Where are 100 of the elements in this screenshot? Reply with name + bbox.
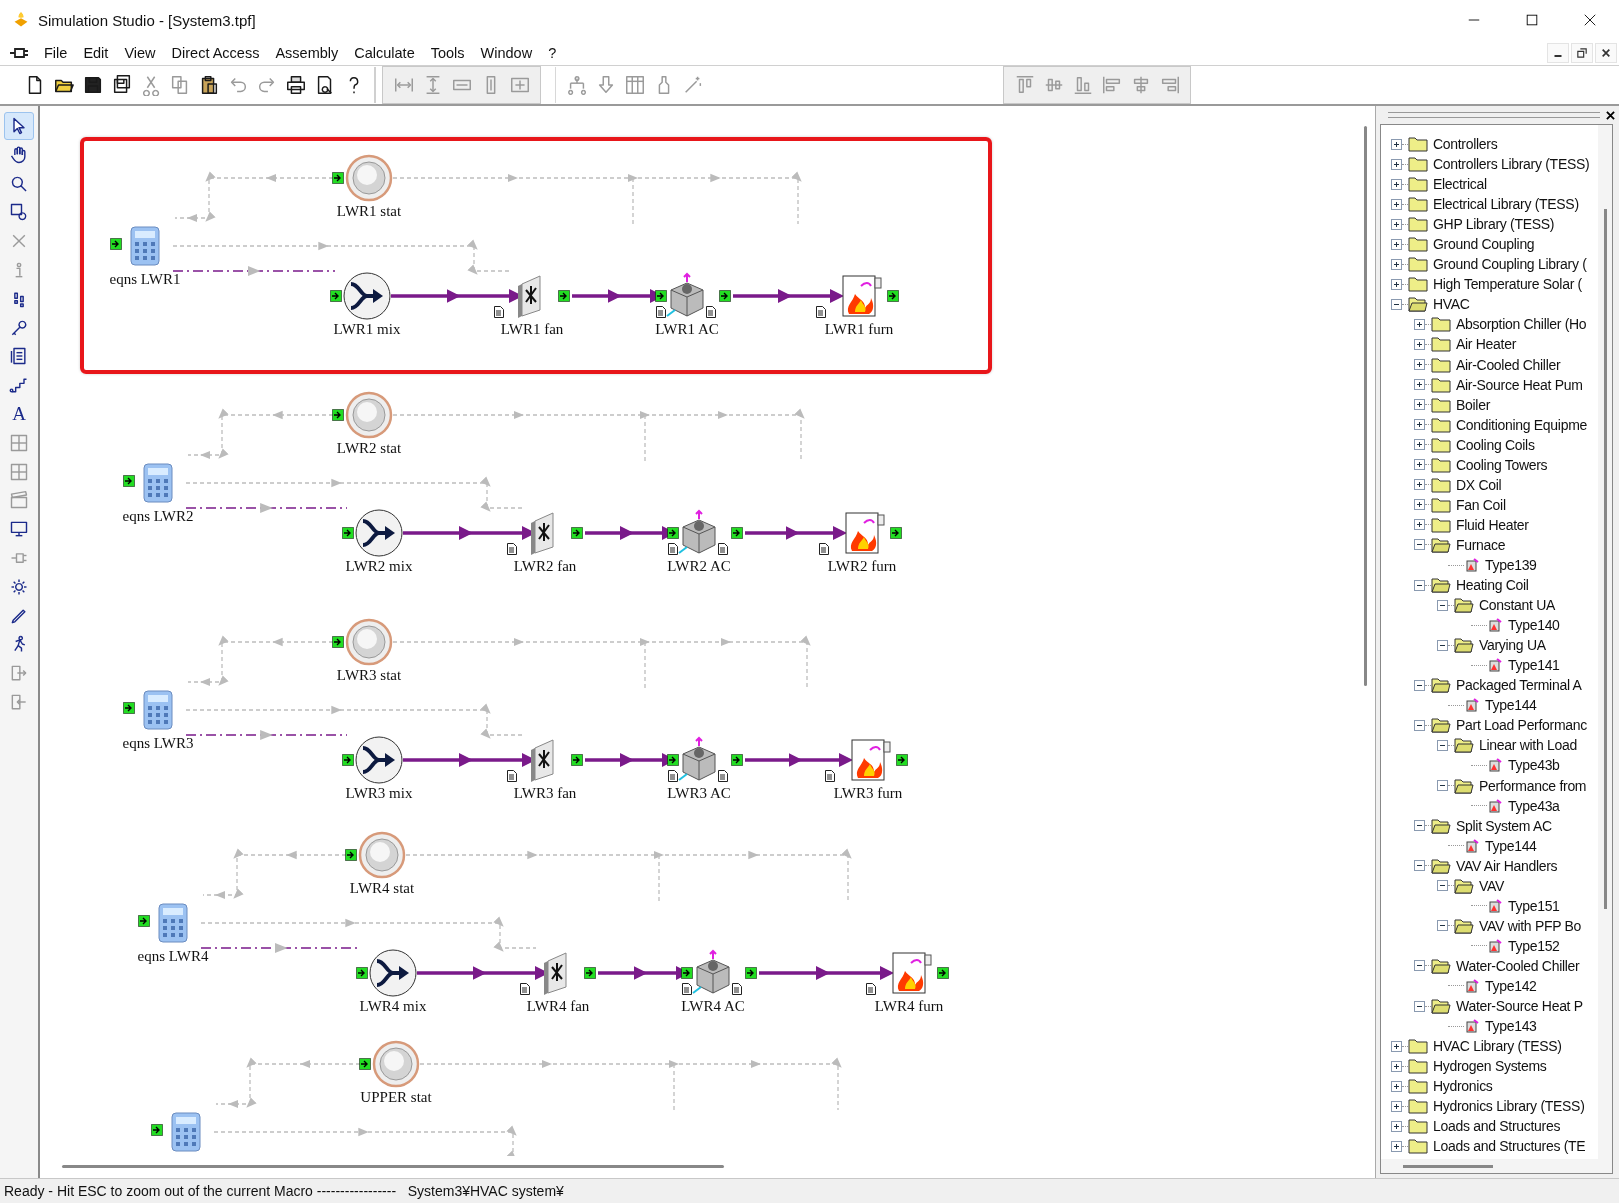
menu-item[interactable]: File <box>36 44 76 61</box>
tree-item[interactable]: Water-Source Heat P <box>1456 998 1583 1015</box>
expander-icon[interactable] <box>1437 599 1448 611</box>
document-icon[interactable] <box>507 543 517 555</box>
expander-icon[interactable] <box>1414 339 1425 350</box>
menu-item[interactable]: Assembly <box>267 44 347 61</box>
tree-item[interactable]: HVAC <box>1433 296 1470 313</box>
document-icon[interactable] <box>816 306 826 318</box>
document-icon[interactable] <box>718 543 728 555</box>
calculator-icon[interactable] <box>130 226 160 266</box>
tree-item[interactable]: Loads and Structures <box>1433 1118 1561 1135</box>
port-icon[interactable] <box>138 915 150 927</box>
expander-icon[interactable] <box>1414 479 1425 491</box>
tree-item[interactable]: Constant UA <box>1479 597 1556 614</box>
tree-item[interactable]: Air Heater <box>1456 336 1517 353</box>
menu-item[interactable]: View <box>116 44 164 61</box>
tree-item[interactable]: Electrical <box>1433 176 1487 193</box>
tree-item[interactable]: Part Load Performanc <box>1456 717 1587 734</box>
document-icon[interactable] <box>656 306 666 318</box>
expander-icon[interactable] <box>1391 1140 1402 1152</box>
port-icon[interactable] <box>342 527 354 539</box>
tree-item[interactable]: Loads and Structures (TE <box>1433 1138 1586 1155</box>
tree-item[interactable]: Air-Cooled Chiller <box>1456 356 1561 373</box>
tree-item[interactable]: Type142 <box>1485 978 1537 994</box>
expander-icon[interactable] <box>1414 439 1425 451</box>
expander-icon[interactable] <box>1391 258 1402 270</box>
tree-item[interactable]: Linear with Load <box>1479 737 1577 754</box>
expander-icon[interactable] <box>1414 960 1425 972</box>
port-icon[interactable] <box>655 290 667 302</box>
port-icon[interactable] <box>558 290 570 302</box>
expander-icon[interactable] <box>1391 1100 1402 1112</box>
tree-item[interactable]: DX Coil <box>1456 476 1502 493</box>
expander-icon[interactable] <box>1414 318 1425 330</box>
tool-button[interactable]: A <box>4 399 34 428</box>
tree-item[interactable]: Varying UA <box>1479 637 1546 654</box>
tree-item[interactable]: High Temperature Solar ( <box>1433 276 1582 293</box>
port-icon[interactable] <box>332 409 344 421</box>
horizontal-scrollbar[interactable] <box>1381 1159 1598 1173</box>
expander-icon[interactable] <box>1437 880 1448 892</box>
tree-item[interactable]: HVAC Library (TESS) <box>1433 1038 1562 1055</box>
calculator-icon[interactable] <box>171 1112 201 1152</box>
tree-item[interactable]: Type144 <box>1485 697 1537 714</box>
expander-icon[interactable] <box>1414 419 1425 431</box>
tree-item[interactable]: Conditioning Equipme <box>1456 416 1587 433</box>
document-icon[interactable] <box>668 770 678 782</box>
tree-item[interactable]: Air-Source Heat Pum <box>1456 376 1583 393</box>
tree-item[interactable]: Ground Coupling Library ( <box>1433 256 1587 273</box>
calculator-icon[interactable] <box>158 903 188 943</box>
menu-item[interactable]: ? <box>540 44 565 61</box>
vertical-scrollbar[interactable] <box>1598 125 1612 1173</box>
tree-item[interactable]: Cooling Coils <box>1456 436 1535 453</box>
expander-icon[interactable] <box>1414 519 1425 531</box>
expander-icon[interactable] <box>1391 1080 1402 1092</box>
expander-icon[interactable] <box>1391 178 1402 190</box>
expander-icon[interactable] <box>1414 860 1425 872</box>
port-icon[interactable] <box>571 527 583 539</box>
tree-item[interactable]: Absorption Chiller (Ho <box>1456 316 1587 333</box>
document-icon[interactable] <box>682 983 692 995</box>
tree-item[interactable]: Split System AC <box>1456 817 1552 834</box>
tree-item[interactable]: VAV Air Handlers <box>1456 857 1558 874</box>
tree-item[interactable]: Type139 <box>1485 557 1537 573</box>
port-icon[interactable] <box>731 754 743 766</box>
expander-icon[interactable] <box>1414 539 1425 551</box>
port-icon[interactable] <box>890 527 902 539</box>
tree-item[interactable]: VAV with PFP Bo <box>1479 917 1582 934</box>
tree-item[interactable]: Cooling Towers <box>1456 456 1548 473</box>
port-icon[interactable] <box>667 527 679 539</box>
port-icon[interactable] <box>937 967 949 979</box>
tree-item[interactable]: Type141 <box>1508 657 1560 674</box>
port-icon[interactable] <box>151 1124 163 1136</box>
expander-icon[interactable] <box>1414 379 1425 391</box>
expander-icon[interactable] <box>1391 1120 1402 1132</box>
tree-item[interactable]: Boiler <box>1456 396 1490 413</box>
menu-item[interactable]: Direct Access <box>163 44 268 61</box>
expander-icon[interactable] <box>1391 218 1402 230</box>
tree-item[interactable]: Fluid Heater <box>1456 516 1529 533</box>
tree-item[interactable]: Type151 <box>1508 897 1560 914</box>
restore-button[interactable] <box>1571 42 1593 63</box>
mixer-icon[interactable] <box>355 736 403 784</box>
document-icon[interactable] <box>507 770 517 782</box>
tree-item[interactable]: Type140 <box>1508 617 1560 634</box>
expander-icon[interactable] <box>1414 399 1425 411</box>
tree-item[interactable]: Controllers <box>1433 136 1498 152</box>
document-icon[interactable] <box>819 543 829 555</box>
port-icon[interactable] <box>731 527 743 539</box>
tree-item[interactable]: Packaged Terminal A <box>1456 677 1582 694</box>
tree-item[interactable]: Water-Cooled Chiller <box>1456 957 1580 974</box>
port-icon[interactable] <box>681 967 693 979</box>
document-icon[interactable] <box>718 770 728 782</box>
port-icon[interactable] <box>584 967 596 979</box>
tree-item[interactable]: Hydronics Library (TESS) <box>1433 1098 1585 1115</box>
tree-item[interactable]: Furnace <box>1456 536 1506 553</box>
expander-icon[interactable] <box>1391 298 1402 310</box>
mixer-icon[interactable] <box>369 949 417 997</box>
document-icon[interactable] <box>825 770 835 782</box>
tree-item[interactable]: GHP Library (TESS) <box>1433 216 1555 233</box>
expander-icon[interactable] <box>1391 1060 1402 1072</box>
expander-icon[interactable] <box>1437 639 1448 651</box>
expander-icon[interactable] <box>1391 1040 1402 1052</box>
expander-icon[interactable] <box>1414 679 1425 691</box>
